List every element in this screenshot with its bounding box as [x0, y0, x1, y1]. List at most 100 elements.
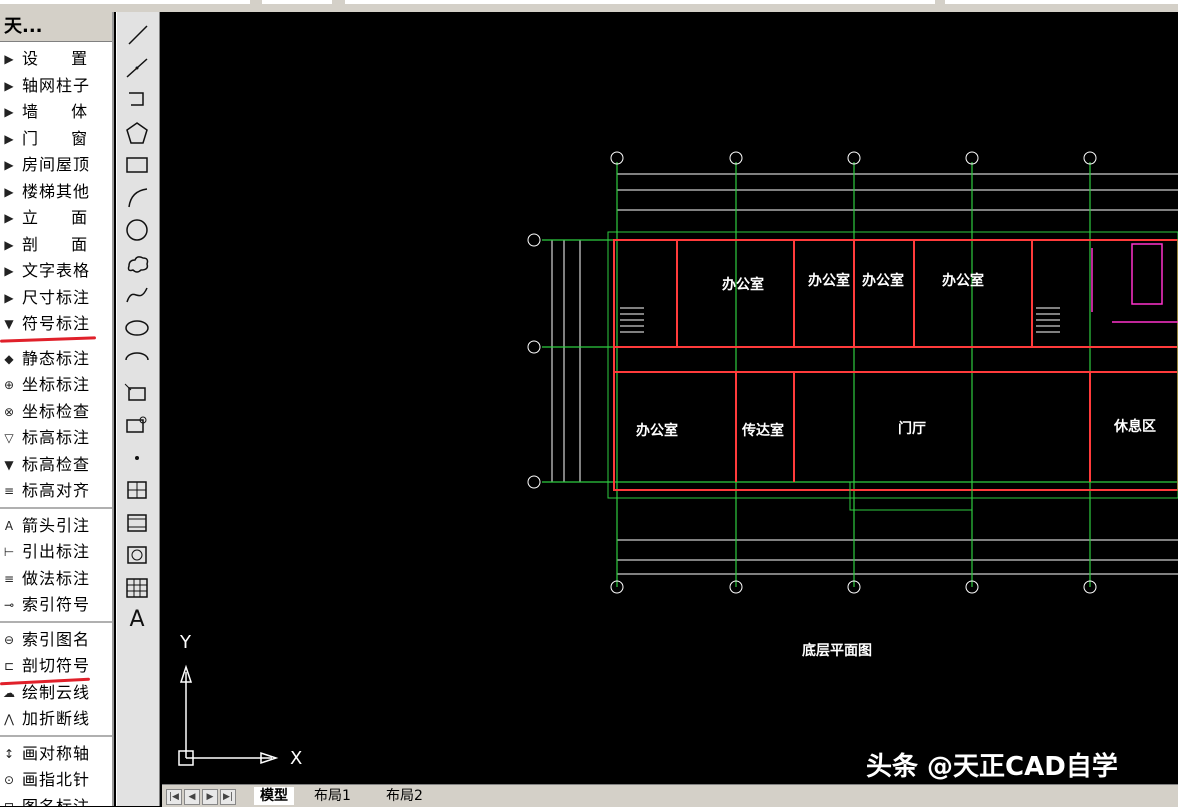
menu-item[interactable]: ≡ 做法标注: [0, 566, 112, 592]
menu-item[interactable]: ⊏ 剖切符号: [0, 653, 112, 679]
menu-item-label: 符号标注: [22, 314, 91, 333]
toolbar-segment: [345, 0, 935, 4]
menu-item-label: 设 置: [22, 49, 102, 68]
menu-item[interactable]: ▶ 门 窗: [0, 126, 112, 152]
menu-item-label: 轴网柱子: [22, 75, 91, 95]
ellipse-icon[interactable]: [121, 313, 153, 343]
last-tab-button[interactable]: ▶|: [220, 789, 236, 805]
arrow-leader-icon: A: [4, 518, 14, 533]
menu-item[interactable]: ⊟ 图名标注: [0, 794, 112, 807]
menu-item[interactable]: ⊕ 坐标标注: [0, 372, 112, 398]
menu-title[interactable]: 天...: [0, 12, 112, 42]
ucs-y-label: Y: [180, 632, 191, 653]
region-icon[interactable]: [121, 540, 153, 570]
room-label: 办公室: [722, 277, 764, 293]
tab-model[interactable]: 模型: [254, 787, 294, 805]
ucs-x-label: X: [290, 748, 303, 769]
arrow-icon: ▶: [4, 211, 14, 225]
menu-item-label: 加折断线: [22, 709, 91, 728]
menu-item-label: 索引符号: [22, 595, 91, 614]
menu-item[interactable]: ▶ 尺寸标注: [0, 285, 112, 311]
menu-item-label: 墙 体: [22, 102, 102, 121]
menu-separator: [0, 620, 112, 623]
mtext-icon[interactable]: A: [121, 605, 153, 635]
room-label: 门厅: [898, 421, 926, 437]
menu-item[interactable]: ▼ 符号标注: [0, 311, 112, 337]
arrow-icon: ▶: [4, 184, 14, 199]
arrow-down-icon: ▼: [4, 317, 14, 331]
ellipse-arc-icon[interactable]: [121, 345, 153, 375]
index-name-icon: ⊖: [3, 632, 15, 647]
next-tab-button[interactable]: ▶: [202, 789, 218, 805]
menu-item-label: 剖切符号: [22, 656, 91, 675]
menu-separator: [0, 506, 112, 509]
top-toolbar-strip: [0, 0, 1178, 12]
construction-line-icon[interactable]: [121, 53, 153, 83]
menu-item[interactable]: ▶ 立 面: [0, 205, 112, 231]
menu-item[interactable]: ≡ 标高对齐: [0, 478, 112, 504]
arrow-icon: ▶: [4, 264, 14, 278]
menu-item[interactable]: ⊙ 画指北针: [0, 767, 112, 793]
menu-item-label: 图名标注: [22, 796, 91, 807]
hatch-icon[interactable]: [121, 475, 153, 505]
menu-item-label: 立 面: [22, 208, 102, 227]
gradient-icon[interactable]: [121, 508, 153, 538]
menu-item-label: 索引图名: [22, 629, 91, 649]
menu-item[interactable]: ⊖ 索引图名: [0, 627, 112, 653]
menu-item[interactable]: ▶ 轴网柱子: [0, 73, 112, 99]
menu-item[interactable]: ▶ 墙 体: [0, 99, 112, 125]
menu-item-label: 楼梯其他: [22, 181, 91, 201]
elevation-icon: ▽: [4, 431, 14, 445]
arrow-icon: ▶: [4, 78, 14, 93]
menu-item[interactable]: A 箭头引注: [0, 513, 112, 539]
menu-item[interactable]: ▶ 楼梯其他: [0, 179, 112, 205]
revision-cloud-icon[interactable]: [121, 248, 153, 278]
layout-tab-bar: |◀ ◀ ▶ ▶| 模型 布局1 布局2: [162, 784, 1178, 807]
tab-layout2[interactable]: 布局2: [380, 787, 429, 805]
menu-item[interactable]: ▶ 房间屋顶: [0, 152, 112, 178]
menu-item[interactable]: ▶ 文字表格: [0, 258, 112, 284]
room-label: 办公室: [862, 273, 904, 289]
menu-item[interactable]: ⊸ 索引符号: [0, 592, 112, 618]
menu-item[interactable]: ⊗ 坐标检查: [0, 399, 112, 425]
first-tab-button[interactable]: |◀: [166, 789, 182, 805]
menu-item[interactable]: ◆ 静态标注: [0, 346, 112, 372]
line-icon[interactable]: [121, 20, 153, 50]
polyline-icon[interactable]: [121, 85, 153, 115]
menu-item[interactable]: ▼ 标高检查: [0, 452, 112, 478]
insert-block-icon[interactable]: [121, 378, 153, 408]
prev-tab-button[interactable]: ◀: [184, 789, 200, 805]
point-icon[interactable]: [121, 443, 153, 473]
menu-item[interactable]: ▶ 设 置: [0, 46, 112, 72]
toolbar-segment: [262, 0, 332, 4]
arrow-icon: ▶: [4, 290, 14, 305]
watermark-text: 头条 @天正CAD自学: [866, 752, 1118, 782]
method-icon: ≡: [3, 571, 15, 586]
menu-separator: [0, 734, 112, 737]
menu-item[interactable]: ⊢ 引出标注: [0, 539, 112, 565]
menu-item-label: 标高检查: [22, 454, 91, 474]
north-arrow-icon: ⊙: [3, 773, 15, 787]
menu-item[interactable]: ▽ 标高标注: [0, 425, 112, 451]
menu-item[interactable]: ↕ 画对称轴: [0, 741, 112, 767]
arc-icon[interactable]: [121, 183, 153, 213]
ucs-icon: [178, 664, 279, 766]
menu-item[interactable]: ▶ 剖 面: [0, 232, 112, 258]
table-icon[interactable]: [121, 573, 153, 603]
spline-icon[interactable]: [121, 280, 153, 310]
symmetry-axis-icon: ↕: [3, 746, 15, 761]
circle-icon[interactable]: [121, 215, 153, 245]
make-block-icon[interactable]: [121, 410, 153, 440]
room-label: 办公室: [942, 273, 984, 289]
menu-item-label: 画指北针: [22, 770, 91, 789]
rectangle-icon[interactable]: [121, 150, 153, 180]
tab-layout1[interactable]: 布局1: [308, 787, 357, 805]
room-label: 休息区: [1114, 419, 1156, 435]
menu-item[interactable]: ⋀ 加折断线: [0, 706, 112, 732]
break-line-icon: ⋀: [4, 712, 14, 726]
polygon-icon[interactable]: [121, 118, 153, 148]
leader-icon: ⊢: [3, 545, 15, 559]
drawing-canvas[interactable]: Y X 办公室 办公室 办公室 办公室 办公室 传达室 门厅 休息区 底层平面图: [162, 12, 1178, 784]
menu-item-label: 房间屋顶: [22, 155, 91, 174]
red-underline-annotation: [0, 336, 97, 343]
